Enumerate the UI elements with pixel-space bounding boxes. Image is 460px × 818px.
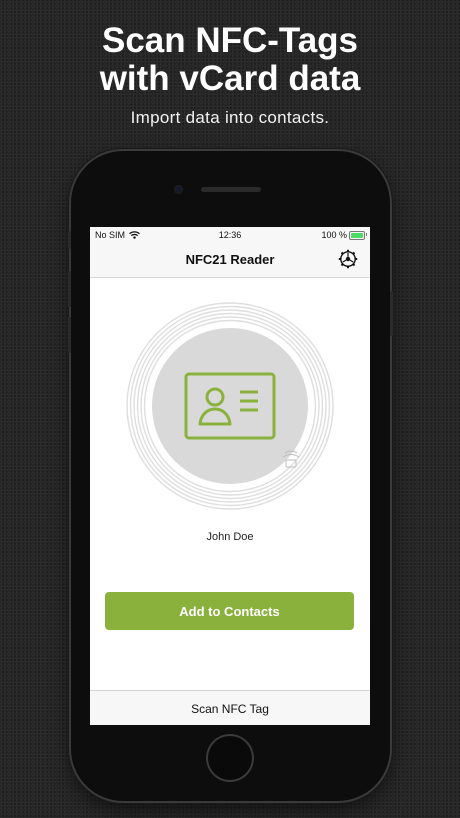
status-bar: No SIM 12:36 100 % (90, 227, 370, 243)
scan-nfc-tag-button[interactable]: Scan NFC Tag (90, 691, 370, 725)
power-button (390, 291, 393, 336)
phone-frame: No SIM 12:36 100 % NFC21 Reader John Doe… (68, 151, 393, 801)
promo-headline: Scan NFC-Tags with vCard data (0, 22, 460, 98)
battery-tip (366, 233, 367, 236)
bottom-toolbar: Scan NFC Tag (90, 690, 370, 725)
promo-subline: Import data into contacts. (130, 108, 330, 127)
add-to-contacts-button[interactable]: Add to Contacts (105, 592, 354, 630)
status-battery-percent: 100 % (321, 230, 347, 240)
promo-headline-line2: with vCard data (99, 59, 361, 98)
contact-name: John Doe (206, 531, 254, 543)
volume-down-button (68, 317, 71, 353)
volume-up-button (68, 271, 71, 307)
nav-title: NFC21 Reader (185, 252, 275, 267)
nav-bar: NFC21 Reader (90, 243, 370, 278)
home-button[interactable] (206, 734, 254, 782)
contact-visual (125, 301, 335, 511)
app-screen: No SIM 12:36 100 % NFC21 Reader John Doe… (90, 227, 370, 725)
gear-icon[interactable] (338, 249, 358, 269)
battery-icon (349, 231, 365, 240)
front-camera (175, 186, 182, 193)
promo-headline-line1: Scan NFC-Tags (101, 21, 359, 60)
mute-switch (68, 231, 71, 249)
contact-card-icon (184, 372, 276, 440)
earpiece-speaker (201, 187, 261, 192)
